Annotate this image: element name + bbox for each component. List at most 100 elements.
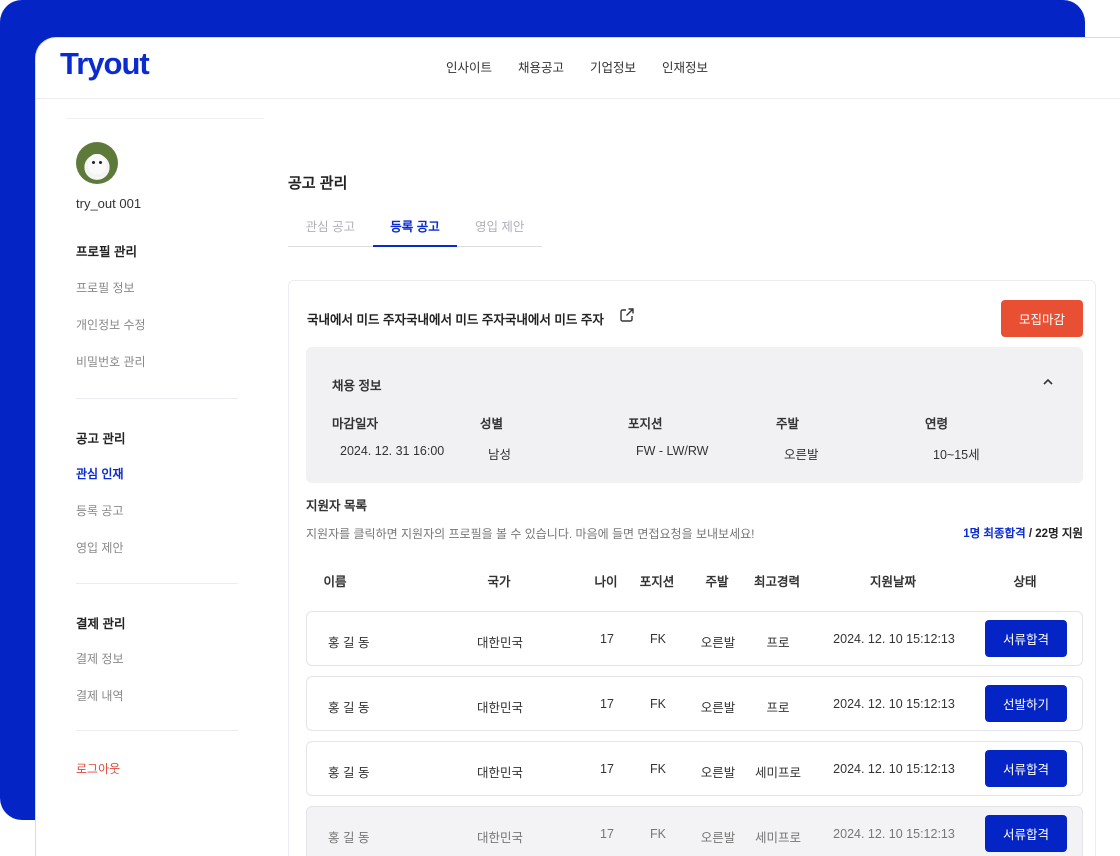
info-position: 포지션 FW - LW/RW (628, 413, 708, 458)
top-navigation: Tryout 인사이트 채용공고 기업정보 인재정보 (36, 38, 1120, 99)
avatar-eye-right (99, 161, 102, 164)
col-foot: 주발 (705, 575, 729, 589)
table-row[interactable]: 홍 길 동 대한민국 17 FK 오른발 프로 2024. 12. 10 15:… (306, 676, 1083, 731)
avatar[interactable] (76, 142, 118, 184)
cell-country: 대한민국 (476, 831, 524, 845)
info-age: 연령 10~15세 (925, 413, 980, 463)
logo[interactable]: Tryout (60, 46, 150, 82)
cell-name: 홍 길 동 (328, 636, 370, 650)
col-career: 최고경력 (753, 575, 801, 589)
col-name: 이름 (323, 575, 347, 589)
page-title: 공고 관리 (288, 175, 348, 192)
applicants-description: 지원자를 클릭하면 지원자의 프로필을 볼 수 있습니다. 마음에 들면 면접요… (306, 527, 755, 541)
cell-foot: 오른발 (700, 766, 736, 780)
cell-date: 2024. 12. 10 15:12:13 (833, 697, 955, 711)
cell-country: 대한민국 (476, 636, 524, 650)
sidebar-item-payment-info[interactable]: 결제 정보 (76, 650, 124, 667)
nav-links: 인사이트 채용공고 기업정보 인재정보 (446, 57, 708, 76)
cell-age: 17 (600, 632, 614, 646)
sidebar-divider (76, 583, 238, 584)
status-button[interactable]: 선발하기 (985, 685, 1067, 722)
cell-country: 대한민국 (476, 766, 524, 780)
table-row[interactable]: 홍 길 동 대한민국 17 FK 오른발 프로 2024. 12. 10 15:… (306, 611, 1083, 666)
sidebar-item-interested-talent[interactable]: 관심 인재 (76, 465, 124, 482)
info-value: 10~15세 (933, 448, 980, 462)
col-date: 지원날짜 (869, 575, 917, 589)
cell-foot: 오른발 (700, 831, 736, 845)
cell-position: FK (650, 632, 666, 646)
sidebar-item-personal-info[interactable]: 개인정보 수정 (76, 316, 146, 333)
nav-item-jobs[interactable]: 채용공고 (518, 57, 564, 76)
nav-item-talent[interactable]: 인재정보 (662, 57, 708, 76)
cell-name: 홍 길 동 (328, 701, 370, 715)
logout-link[interactable]: 로그아웃 (76, 760, 120, 777)
info-value: 오른발 (784, 448, 819, 462)
info-value: 2024. 12. 31 16:00 (340, 444, 445, 458)
applicants-count: 1명 최종합격 / 22명 지원 (963, 525, 1083, 541)
info-label: 주발 (776, 417, 800, 431)
sidebar-item-profile-info[interactable]: 프로필 정보 (76, 279, 135, 296)
avatar-face (88, 154, 106, 174)
cell-age: 17 (600, 762, 614, 776)
total-applicants: / 22명 지원 (1025, 528, 1083, 540)
tab-interested-jobs[interactable]: 관심 공고 (288, 216, 373, 246)
sidebar-top-divider (66, 118, 264, 119)
sidebar-divider (76, 730, 238, 731)
username: try_out 001 (76, 196, 142, 211)
app-window: Tryout 인사이트 채용공고 기업정보 인재정보 try_out 001 프… (36, 38, 1120, 856)
cell-career: 세미프로 (754, 831, 802, 845)
cell-foot: 오른발 (700, 636, 736, 650)
cell-age: 17 (600, 827, 614, 841)
info-label: 연령 (925, 417, 949, 431)
job-card: 국내에서 미드 주자국내에서 미드 주자국내에서 미드 주자 모집마감 채용 정… (288, 280, 1096, 856)
col-country: 국가 (487, 575, 511, 589)
job-info-panel: 채용 정보 마감일자 2024. 12. 31 16:00 성별 남성 포지션 … (306, 347, 1083, 483)
external-link-icon[interactable] (619, 307, 635, 323)
chevron-up-icon[interactable] (1041, 375, 1055, 389)
cell-country: 대한민국 (476, 701, 524, 715)
cell-career: 프로 (766, 701, 790, 715)
info-foot: 주발 오른발 (776, 413, 819, 463)
cell-name: 홍 길 동 (328, 831, 370, 845)
info-label: 성별 (480, 417, 504, 431)
cell-age: 17 (600, 697, 614, 711)
sidebar-item-posted-jobs[interactable]: 등록 공고 (76, 502, 124, 519)
cell-date: 2024. 12. 10 15:12:13 (833, 632, 955, 646)
col-age: 나이 (594, 575, 618, 589)
sidebar-section-payment: 결제 관리 (76, 617, 126, 631)
info-label: 마감일자 (332, 417, 379, 431)
status-button[interactable]: 서류합격 (985, 815, 1067, 852)
cell-date: 2024. 12. 10 15:12:13 (833, 827, 955, 841)
info-label: 포지션 (628, 417, 663, 431)
cell-position: FK (650, 697, 666, 711)
sidebar: try_out 001 프로필 관리 프로필 정보 개인정보 수정 비밀번호 관… (36, 118, 264, 856)
sidebar-item-payment-history[interactable]: 결제 내역 (76, 687, 124, 704)
cell-career: 프로 (766, 636, 790, 650)
status-button[interactable]: 서류합격 (985, 620, 1067, 657)
applicants-title: 지원자 목록 (306, 499, 367, 513)
main-content: 공고 관리 관심 공고 등록 공고 영입 제안 국내에서 미드 주자국내에서 미… (288, 98, 1120, 856)
info-value: 남성 (488, 448, 512, 462)
final-pass-count: 1명 최종합격 (963, 528, 1026, 540)
info-deadline: 마감일자 2024. 12. 31 16:00 (332, 413, 444, 458)
cell-position: FK (650, 762, 666, 776)
nav-item-insight[interactable]: 인사이트 (446, 57, 492, 76)
avatar-eye-left (92, 161, 95, 164)
job-title[interactable]: 국내에서 미드 주자국내에서 미드 주자국내에서 미드 주자 (307, 309, 604, 328)
table-header: 이름 국가 나이 포지션 주발 최고경력 지원날짜 상태 (306, 571, 1083, 589)
table-row[interactable]: 홍 길 동 대한민국 17 FK 오른발 세미프로 2024. 12. 10 1… (306, 741, 1083, 796)
sidebar-section-jobs: 공고 관리 (76, 432, 126, 446)
sidebar-item-offers[interactable]: 영입 제안 (76, 539, 124, 556)
tab-posted-jobs[interactable]: 등록 공고 (372, 216, 458, 247)
cell-name: 홍 길 동 (328, 766, 370, 780)
tab-offers[interactable]: 영입 제안 (457, 216, 542, 246)
sidebar-item-password[interactable]: 비밀번호 관리 (76, 353, 146, 370)
applicant-list: 홍 길 동 대한민국 17 FK 오른발 프로 2024. 12. 10 15:… (306, 611, 1083, 856)
table-row[interactable]: 홍 길 동 대한민국 17 FK 오른발 세미프로 2024. 12. 10 1… (306, 806, 1083, 856)
nav-item-companies[interactable]: 기업정보 (590, 57, 636, 76)
status-button[interactable]: 서류합격 (985, 750, 1067, 787)
cell-position: FK (650, 827, 666, 841)
cell-career: 세미프로 (754, 766, 802, 780)
sidebar-divider (76, 398, 238, 399)
close-recruitment-button[interactable]: 모집마감 (1001, 300, 1083, 337)
